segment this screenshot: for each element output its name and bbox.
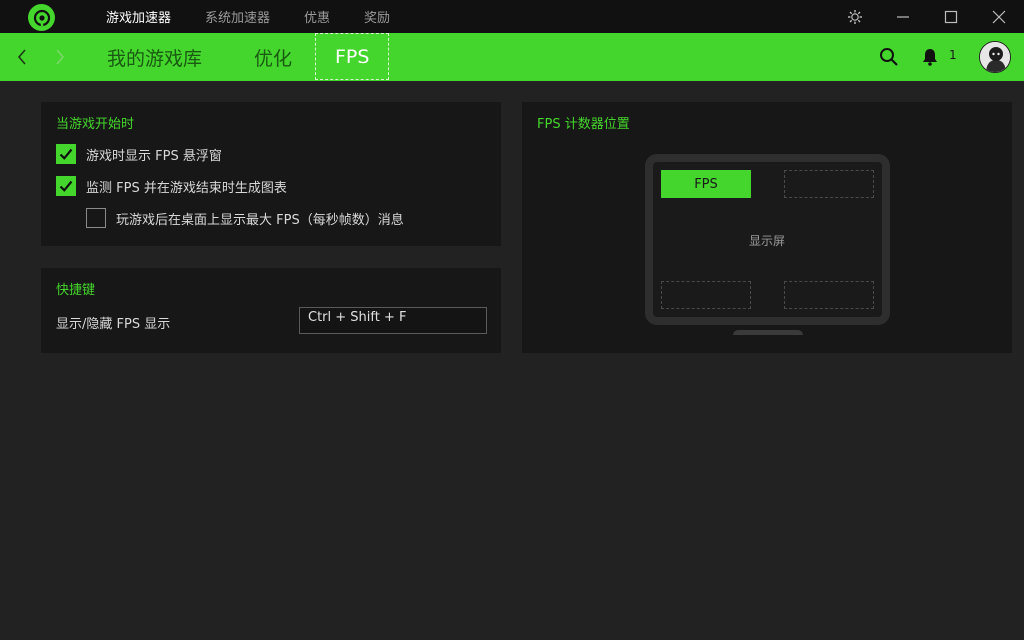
fps-slot-top-left[interactable]: FPS: [661, 170, 751, 198]
title-bar: 游戏加速器 系统加速器 优惠 奖励: [0, 0, 1024, 33]
tab-fps[interactable]: FPS: [315, 33, 390, 80]
search-icon[interactable]: [878, 46, 900, 68]
screen-label: 显示屏: [749, 234, 786, 248]
checkbox-checked-icon[interactable]: [56, 144, 76, 164]
back-arrow-icon[interactable]: [10, 45, 34, 69]
app-logo-icon: [28, 4, 55, 31]
hotkey-input[interactable]: Ctrl + Shift + F: [299, 307, 487, 334]
fps-slot-top-right[interactable]: [784, 170, 874, 198]
forward-arrow-icon[interactable]: [48, 45, 72, 69]
option-fps-chart[interactable]: 监测 FPS 并在游戏结束时生成图表: [56, 176, 287, 196]
top-nav-rewards[interactable]: 奖励: [364, 7, 390, 26]
option-label: 监测 FPS 并在游戏结束时生成图表: [86, 180, 287, 196]
notification-count-badge: 1: [949, 48, 957, 62]
fps-slot-bottom-right[interactable]: [784, 281, 874, 309]
monitor-preview: FPS 显示屏: [645, 154, 890, 325]
top-nav-deals[interactable]: 优惠: [304, 7, 330, 26]
hotkey-label: 显示/隐藏 FPS 显示: [56, 317, 171, 332]
close-icon[interactable]: [984, 0, 1014, 33]
tab-my-games[interactable]: 我的游戏库: [107, 33, 202, 81]
minimize-icon[interactable]: [888, 0, 918, 33]
hotkey-panel-title: 快捷键: [56, 283, 96, 298]
game-start-panel: 当游戏开始时 游戏时显示 FPS 悬浮窗 监测 FPS 并在游戏结束时生成图表 …: [41, 102, 501, 246]
checkbox-checked-icon[interactable]: [56, 176, 76, 196]
game-start-panel-title: 当游戏开始时: [56, 117, 135, 132]
option-label: 玩游戏后在桌面上显示最大 FPS（每秒帧数）消息: [116, 212, 404, 228]
sub-navigation-bar: 我的游戏库 优化 FPS: [0, 33, 1024, 81]
bell-icon[interactable]: [920, 47, 940, 67]
fps-position-panel-title: FPS 计数器位置: [537, 117, 630, 132]
option-fps-overlay[interactable]: 游戏时显示 FPS 悬浮窗: [56, 144, 222, 164]
option-label: 游戏时显示 FPS 悬浮窗: [86, 148, 222, 164]
monitor-screen: FPS 显示屏: [653, 162, 882, 317]
hotkey-panel: 快捷键 显示/隐藏 FPS 显示 Ctrl + Shift + F: [41, 268, 501, 353]
option-max-fps-message[interactable]: 玩游戏后在桌面上显示最大 FPS（每秒帧数）消息: [86, 208, 404, 228]
monitor-stand: [733, 330, 803, 335]
top-nav-system-booster[interactable]: 系统加速器: [205, 7, 270, 26]
fps-slot-bottom-left[interactable]: [661, 281, 751, 309]
top-navigation: 游戏加速器 系统加速器 优惠 奖励: [106, 0, 424, 33]
checkbox-unchecked-icon[interactable]: [86, 208, 106, 228]
maximize-icon[interactable]: [936, 0, 966, 33]
settings-gear-icon[interactable]: [840, 0, 870, 33]
tab-optimize[interactable]: 优化: [254, 33, 292, 81]
user-avatar[interactable]: [979, 41, 1011, 73]
top-nav-game-booster[interactable]: 游戏加速器: [106, 7, 171, 26]
